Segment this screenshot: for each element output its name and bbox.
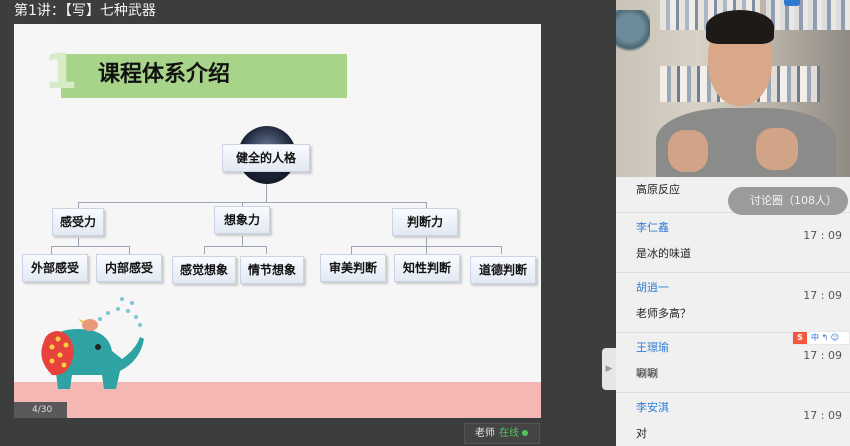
lesson-title: 第1讲：【写】七种武器	[14, 3, 156, 19]
connector	[129, 246, 130, 254]
mindmap-leaf-node: 知性判断	[394, 254, 460, 282]
chat-time: 17 : 09	[803, 349, 842, 362]
sogou-logo-icon: S	[793, 332, 807, 344]
discussion-circle-button[interactable]: 讨论圈（108人）	[728, 187, 848, 215]
ime-status-text: 中 ↰ ☺	[811, 333, 840, 342]
teacher-video	[616, 0, 850, 177]
connector	[266, 246, 267, 254]
chat-message-text: 对	[636, 427, 647, 440]
chat-message-text: 高原反应	[636, 183, 680, 196]
connector	[266, 184, 267, 202]
chat-author[interactable]: 王璟瑜	[636, 340, 669, 356]
presentation-slide: 1 课程体系介绍 健全的人格 感受力 想象力 判断力 外部感受 内部感受 感觉想…	[14, 24, 541, 418]
chat-message: 李仁鑫 17 : 09 是冰的味道	[616, 213, 850, 273]
elephant-illustration	[41, 297, 144, 389]
chat-message-text: 唰唰	[636, 367, 658, 380]
plant-decor	[616, 10, 650, 55]
teacher-hair	[706, 10, 774, 44]
teacher-label: 老师	[475, 428, 495, 439]
chat-author[interactable]: 李安淇	[636, 400, 669, 416]
mindmap-leaf-node: 审美判断	[320, 254, 386, 282]
connector	[242, 236, 243, 246]
connector	[78, 238, 79, 246]
online-dot-icon	[522, 430, 528, 436]
connector	[78, 202, 426, 203]
online-status: 在线	[499, 428, 519, 439]
chat-time: 17 : 09	[803, 229, 842, 242]
mindmap-branch-node: 感受力	[52, 208, 104, 236]
mindmap-leaf-node: 外部感受	[22, 254, 88, 282]
mindmap-leaf-node: 情节想象	[240, 256, 304, 284]
bookshelf-top-right	[766, 0, 850, 30]
teacher-status: 老师 在线	[464, 423, 540, 444]
connector	[51, 246, 52, 254]
chat-message: 胡逍一 17 : 09 老师多高？	[616, 273, 850, 333]
teacher-hand-right	[756, 128, 798, 170]
connector	[204, 246, 266, 247]
connector	[51, 246, 129, 247]
chat-message-text: 是冰的味道	[636, 247, 691, 260]
arrow-left-icon: ▶	[605, 364, 613, 374]
connector	[204, 246, 205, 254]
chat-author[interactable]: 李仁鑫	[636, 220, 669, 236]
chat-message: 李安淇 17 : 09 对	[616, 393, 850, 446]
mindmap-leaf-node: 感觉想象	[172, 256, 236, 284]
slide-title: 课程体系介绍	[98, 62, 231, 87]
chat-author[interactable]: 胡逍一	[636, 280, 669, 296]
mindmap-branch-node: 想象力	[214, 206, 270, 234]
collapse-panel-button[interactable]: ▶	[602, 348, 616, 390]
chat-panel[interactable]: 高原反应 李仁鑫 17 : 09 是冰的味道 胡逍一 17 : 09 老师多高？…	[616, 177, 850, 446]
chat-time: 17 : 09	[803, 409, 842, 422]
teacher-hand-left	[668, 130, 708, 172]
chat-message-text: 老师多高？	[636, 307, 691, 320]
slide-page-indicator: 4/30	[14, 402, 67, 418]
mindmap-leaf-node: 内部感受	[96, 254, 162, 282]
classroom-window: 第1讲：【写】七种武器 1 课程体系介绍 健全的人格 感受力 想象力 判断力 外…	[0, 0, 850, 446]
connector	[501, 246, 502, 254]
connector	[426, 246, 427, 254]
chat-time: 17 : 09	[803, 289, 842, 302]
connector	[351, 246, 352, 254]
mindmap-branch-node: 判断力	[392, 208, 458, 236]
mindmap-root-node: 健全的人格	[222, 144, 310, 172]
mindmap-leaf-node: 道德判断	[470, 256, 536, 284]
video-indicator-icon	[784, 0, 800, 6]
connector	[426, 238, 427, 246]
slide-number-mark: 1	[44, 44, 78, 100]
input-method-bar[interactable]: S 中 ↰ ☺	[792, 331, 850, 345]
